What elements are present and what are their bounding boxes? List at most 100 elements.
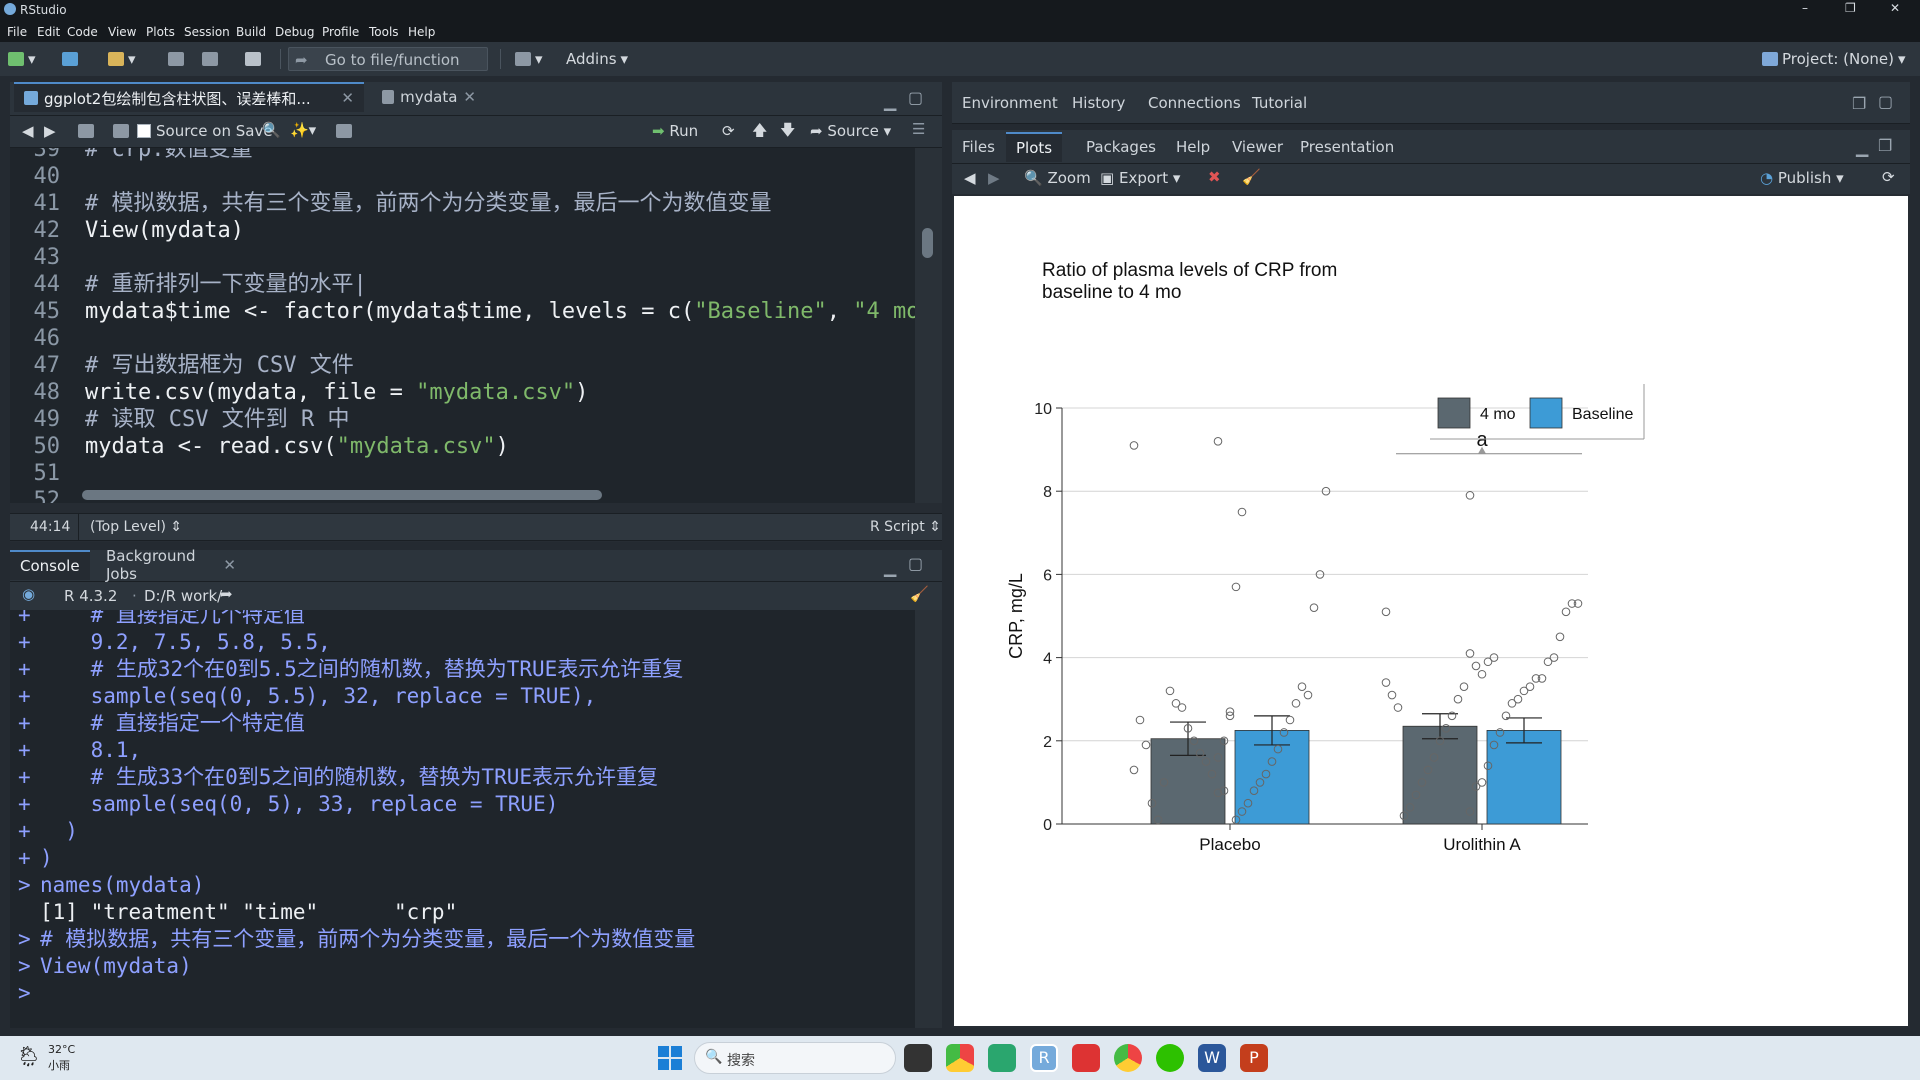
code-line[interactable]: 39 # crp:数值变量 [10, 148, 915, 163]
project-menu[interactable]: Project: (None) ▾ [1762, 48, 1906, 70]
console-vscrollbar[interactable] [915, 610, 942, 1028]
run-button[interactable]: ➡ Run [652, 122, 698, 140]
minimize-pane-icon[interactable]: ▁ [884, 92, 896, 111]
taskbar-search[interactable]: 🔍 搜索 [694, 1042, 896, 1074]
tab-background-jobs[interactable]: Background Jobs ✕ [96, 547, 246, 583]
powerpoint-icon[interactable]: P [1240, 1044, 1268, 1072]
go-down-icon[interactable]: 🡇 [780, 120, 795, 145]
save-icon[interactable] [168, 48, 184, 70]
new-file-icon[interactable]: ▾ [8, 48, 36, 70]
tab-history[interactable]: History [1062, 88, 1135, 118]
tab-presentation[interactable]: Presentation [1290, 132, 1404, 162]
save-doc-icon[interactable] [113, 124, 129, 138]
scope-menu[interactable]: (Top Level) ⇕ [90, 519, 182, 535]
menu-view[interactable]: View [108, 25, 136, 39]
refresh-icon[interactable]: ⟳ [1882, 168, 1895, 186]
tab-tutorial[interactable]: Tutorial [1242, 88, 1317, 118]
zoom-button[interactable]: 🔍 Zoom [1024, 169, 1091, 187]
tab-plots[interactable]: Plots [1006, 132, 1063, 162]
goto-file-input[interactable]: ➦ Go to file/function [288, 47, 488, 71]
tab-mydata[interactable]: mydata ✕ [372, 82, 486, 112]
maximize-pane-icon[interactable]: ▢ [908, 88, 923, 107]
tab-help[interactable]: Help [1166, 132, 1220, 162]
code-line[interactable]: 46 [10, 325, 915, 352]
layout-grid-icon[interactable]: ▾ [515, 48, 543, 70]
save-all-icon[interactable] [202, 48, 218, 70]
code-line[interactable]: 45 mydata$time <- factor(mydata$time, lev… [10, 298, 916, 325]
maximize-pane-icon[interactable]: ▢ [908, 554, 923, 573]
code-line[interactable]: 51 [10, 460, 915, 487]
menu-build[interactable]: Build [236, 25, 266, 39]
start-icon[interactable] [656, 1044, 684, 1072]
code-line[interactable]: 40 [10, 163, 915, 190]
console-output[interactable]: + # 直接指定几个特定值 + 9.2, 7.5, 5.8, 5.5, + # 生成… [10, 610, 915, 1028]
clear-console-icon[interactable]: 🧹 [910, 585, 929, 603]
minimize-pane-icon[interactable]: ❐ [1852, 94, 1866, 113]
minimize-icon[interactable]: – [1802, 1, 1808, 15]
forward-icon[interactable]: ▶ [44, 122, 56, 140]
new-project-icon[interactable] [62, 48, 78, 70]
menu-tools[interactable]: Tools [369, 25, 399, 39]
app-icon[interactable] [1072, 1044, 1100, 1072]
menu-profile[interactable]: Profile [322, 25, 359, 39]
back-icon[interactable]: ◀ [22, 122, 34, 140]
rerun-icon[interactable]: ⟳ [722, 122, 735, 140]
code-line[interactable]: 48 write.csv(mydata, file = "mydata.csv") [10, 379, 915, 406]
editor-hscroll-thumb[interactable] [82, 490, 602, 500]
search-icon[interactable]: 🔍 [262, 121, 281, 139]
menu-file[interactable]: File [7, 25, 27, 39]
outline-icon[interactable]: ☰ [912, 120, 925, 138]
editor-vscrollbar[interactable] [915, 148, 942, 503]
remove-plot-icon[interactable]: ✖ [1208, 168, 1221, 186]
compile-report-icon[interactable] [336, 124, 352, 138]
maximize-pane-icon[interactable]: ❐ [1878, 136, 1892, 155]
tab-connections[interactable]: Connections [1138, 88, 1251, 118]
restore-icon[interactable]: ❐ [1845, 1, 1856, 15]
open-file-icon[interactable]: ▾ [108, 48, 136, 70]
weather-icon[interactable]: 🌦 [16, 1044, 41, 1068]
source-button[interactable]: ➦ Source ▾ [810, 122, 891, 140]
addins-menu[interactable]: Addins ▾ [566, 48, 628, 70]
clear-plots-icon[interactable]: 🧹 [1242, 168, 1261, 186]
tab-files[interactable]: Files [952, 132, 1005, 162]
file-type-menu[interactable]: R Script ⇕ [870, 519, 941, 535]
word-icon[interactable]: W [1198, 1044, 1226, 1072]
chrome-icon[interactable] [946, 1044, 974, 1072]
close-tab-icon[interactable]: ✕ [463, 88, 476, 106]
next-plot-icon[interactable]: ▶ [988, 169, 1000, 187]
tab-packages[interactable]: Packages [1076, 132, 1166, 162]
minimize-pane-icon[interactable]: ▁ [884, 558, 896, 577]
rstudio-taskbar-icon[interactable]: R [1030, 1044, 1058, 1072]
source-on-save-checkbox[interactable] [137, 124, 151, 138]
go-up-icon[interactable]: 🡅 [752, 120, 767, 145]
terminal-icon[interactable] [988, 1044, 1016, 1072]
code-area[interactable]: 39 # crp:数值变量 40 41 # 模拟数据，共有三个变量，前两个为分类变量，最… [10, 148, 915, 503]
code-line[interactable]: 47 # 写出数据框为 CSV 文件 [10, 352, 915, 379]
code-line[interactable]: 41 # 模拟数据，共有三个变量，前两个为分类变量，最后一个为数值变量 [10, 190, 915, 217]
menu-session[interactable]: Session [184, 25, 230, 39]
task-view-icon[interactable] [904, 1044, 932, 1072]
close-tab-icon[interactable]: ✕ [223, 556, 236, 574]
code-line[interactable]: 43 [10, 244, 915, 271]
publish-button[interactable]: ◔ Publish ▾ [1760, 169, 1844, 187]
maximize-pane-icon[interactable]: ▢ [1878, 92, 1893, 111]
browser-icon[interactable] [1114, 1044, 1142, 1072]
menu-plots[interactable]: Plots [146, 25, 175, 39]
goto-dir-icon[interactable]: ➦ [220, 585, 233, 603]
show-in-window-icon[interactable] [78, 124, 94, 138]
code-line[interactable]: 50 mydata <- read.csv("mydata.csv") [10, 433, 915, 460]
menu-edit[interactable]: Edit [37, 25, 60, 39]
close-tab-icon[interactable]: ✕ [341, 89, 354, 107]
minimize-pane-icon[interactable]: ▁ [1856, 138, 1868, 157]
code-line[interactable]: 49 # 读取 CSV 文件到 R 中 [10, 406, 915, 433]
wechat-icon[interactable] [1156, 1044, 1184, 1072]
code-line[interactable]: 42 View(mydata) [10, 217, 915, 244]
menu-help[interactable]: Help [408, 25, 435, 39]
menu-debug[interactable]: Debug [275, 25, 314, 39]
vscroll-thumb[interactable] [922, 228, 933, 258]
code-line[interactable]: 44 # 重新排列一下变量的水平| [10, 271, 915, 298]
tab-console[interactable]: Console [10, 550, 90, 580]
tab-script[interactable]: ggplot2包绘制包含柱状图、误差棒和... ✕ [14, 82, 364, 112]
menu-code[interactable]: Code [67, 25, 98, 39]
wand-icon[interactable]: ✨▾ [290, 121, 316, 139]
